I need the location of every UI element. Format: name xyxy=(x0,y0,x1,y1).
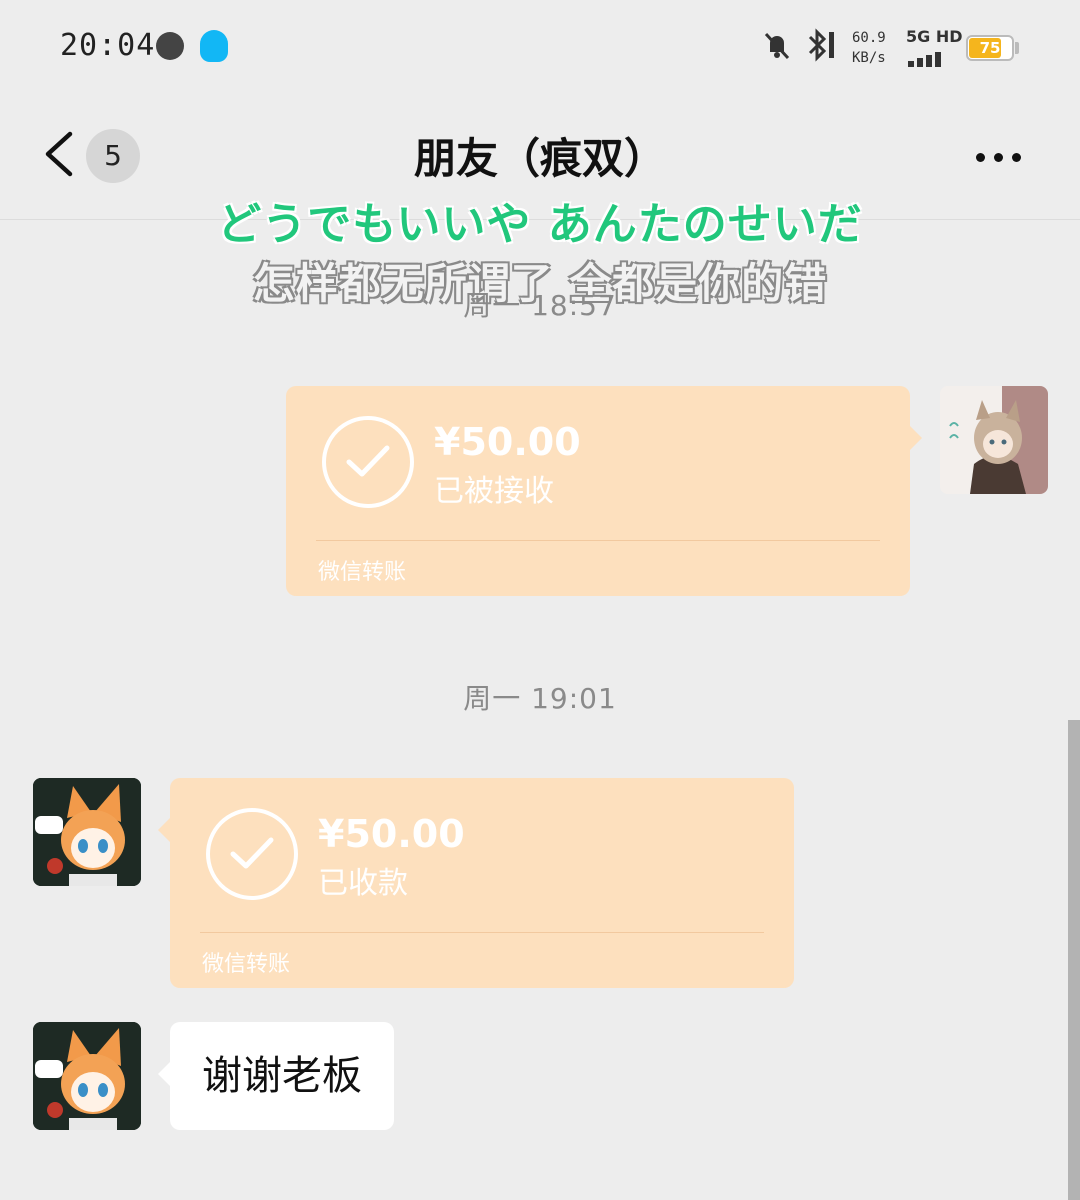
transfer-footer: 微信转账 xyxy=(202,952,291,977)
net-speed: 60.9 KB/s xyxy=(852,28,886,68)
transfer-footer: 微信转账 xyxy=(318,560,407,585)
text-message-bubble[interactable]: 谢谢老板 xyxy=(158,1022,394,1130)
card-divider xyxy=(200,932,764,933)
net-speed-value: 60.9 xyxy=(852,30,886,46)
chat-title: 朋友（痕双） xyxy=(413,134,666,183)
transfer-card-received[interactable]: ¥50.00 已收款 微信转账 xyxy=(158,778,794,988)
status-bar: 20:04 60.9 KB/s 5G HD 75 xyxy=(0,0,1080,95)
transfer-status: 已被接收 xyxy=(434,474,554,509)
friend-avatar[interactable] xyxy=(33,778,141,886)
self-avatar[interactable] xyxy=(940,386,1048,494)
message-timestamp: 周一 19:01 xyxy=(463,682,617,715)
transfer-amount: ¥50.00 xyxy=(434,420,581,464)
app-icon xyxy=(156,32,184,60)
message-timestamp: 周一 18:57 xyxy=(463,289,617,322)
net-speed-unit: KB/s xyxy=(852,50,886,66)
bluetooth-icon xyxy=(804,28,836,69)
status-time: 20:04 xyxy=(60,28,156,63)
check-circle-icon xyxy=(322,416,414,508)
lyric-japanese: どうでもいいや あんたのせいだ xyxy=(217,199,863,250)
scrollbar[interactable] xyxy=(1068,720,1080,1200)
check-circle-icon xyxy=(206,808,298,900)
signal-icon xyxy=(908,48,956,67)
transfer-amount: ¥50.00 xyxy=(318,812,465,856)
transfer-status: 已收款 xyxy=(318,866,408,901)
battery-icon: 75 xyxy=(966,35,1014,61)
network-type: 5G HD xyxy=(906,27,963,46)
friend-avatar[interactable] xyxy=(33,1022,141,1130)
more-icon[interactable] xyxy=(976,147,1030,162)
transfer-card-sent[interactable]: ¥50.00 已被接收 微信转账 xyxy=(286,386,922,596)
qq-icon xyxy=(200,30,228,62)
battery-level: 75 xyxy=(979,39,1001,57)
card-divider xyxy=(316,540,880,541)
text-message-content: 谢谢老板 xyxy=(202,1053,362,1099)
mute-bell-icon xyxy=(762,30,792,67)
